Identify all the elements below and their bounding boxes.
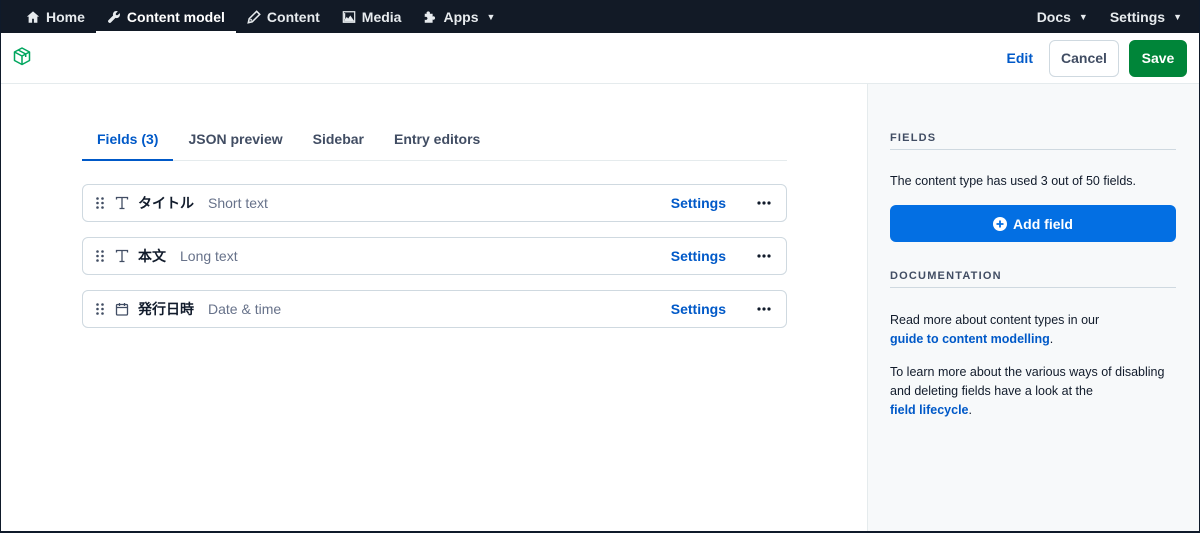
doc-text-2: To learn more about the various ways of … — [890, 365, 1165, 398]
chevron-down-icon: ▼ — [1173, 11, 1182, 22]
nav-apps-label: Apps — [443, 8, 479, 25]
more-icon[interactable] — [756, 301, 772, 317]
tab-bar: Fields (3) JSON preview Sidebar Entry ed… — [82, 121, 787, 161]
nav-content-model[interactable]: Content model — [95, 0, 236, 33]
tab-fields[interactable]: Fields (3) — [82, 121, 174, 161]
chevron-down-icon: ▼ — [486, 11, 496, 22]
field-settings-button[interactable]: Settings — [671, 195, 726, 211]
nav-media[interactable]: Media — [331, 0, 413, 33]
more-icon[interactable] — [756, 248, 772, 264]
drag-handle-icon[interactable] — [93, 249, 107, 263]
box-icon — [12, 46, 32, 71]
field-name: タイトル — [138, 195, 194, 211]
nav-apps[interactable]: Apps ▼ — [412, 0, 506, 33]
app-window: Home Content model Content Media Apps ▼ — [1, 0, 1199, 531]
field-list: タイトル Short text Settings 本文 Long text Se… — [82, 184, 787, 328]
nav-docs-label: Docs — [1036, 8, 1071, 25]
drag-handle-icon[interactable] — [93, 196, 107, 210]
nav-content[interactable]: Content — [236, 0, 331, 33]
tab-entry-editors[interactable]: Entry editors — [379, 121, 495, 160]
more-icon[interactable] — [756, 195, 772, 211]
field-row[interactable]: タイトル Short text Settings — [82, 184, 787, 222]
home-icon — [26, 10, 40, 23]
field-name: 発行日時 — [138, 301, 194, 317]
puzzle-icon — [425, 10, 436, 23]
nav-content-label: Content — [266, 8, 320, 25]
nav-media-label: Media — [361, 8, 402, 25]
fields-usage-text: The content type has used 3 out of 50 fi… — [890, 174, 1136, 188]
nav-home[interactable]: Home — [15, 0, 96, 33]
documentation-heading: DOCUMENTATION — [890, 270, 1176, 288]
field-row[interactable]: 本文 Long text Settings — [82, 237, 787, 275]
field-row[interactable]: 発行日時 Date & time Settings — [82, 290, 787, 328]
save-button[interactable]: Save — [1129, 39, 1187, 77]
fields-heading: FIELDS — [890, 132, 1176, 150]
calendar-icon — [114, 301, 130, 317]
sidebar: FIELDS The content type has used 3 out o… — [867, 84, 1199, 531]
nav-left: Home Content model Content Media Apps ▼ — [15, 0, 506, 33]
tab-sidebar[interactable]: Sidebar — [298, 121, 379, 160]
wrench-icon — [107, 10, 120, 23]
nav-content-model-label: Content model — [126, 8, 225, 25]
doc-text-1: Read more about content types in our — [890, 313, 1100, 327]
main-panel: Fields (3) JSON preview Sidebar Entry ed… — [1, 84, 867, 531]
nav-docs[interactable]: Docs ▼ — [1026, 0, 1099, 33]
field-lifecycle-link[interactable]: field lifecycle — [890, 403, 969, 417]
plus-circle-icon — [993, 216, 1008, 231]
add-field-button[interactable]: Add field — [890, 205, 1176, 242]
drag-handle-icon[interactable] — [93, 302, 107, 316]
top-navigation: Home Content model Content Media Apps ▼ — [1, 0, 1199, 33]
period: . — [1049, 332, 1054, 346]
chevron-down-icon: ▼ — [1078, 11, 1088, 22]
doc-paragraph-1: Read more about content types in our gui… — [890, 311, 1176, 349]
period: . — [968, 403, 972, 417]
field-type: Long text — [180, 248, 238, 264]
pen-icon — [247, 9, 261, 24]
field-settings-button[interactable]: Settings — [671, 301, 726, 317]
nav-settings-label: Settings — [1109, 8, 1166, 25]
edit-button[interactable]: Edit — [1001, 50, 1039, 66]
field-type: Date & time — [208, 301, 282, 317]
nav-home-label: Home — [46, 8, 85, 25]
text-icon — [114, 248, 130, 264]
tab-json-preview[interactable]: JSON preview — [173, 121, 297, 160]
field-type: Short text — [208, 195, 268, 211]
guide-link[interactable]: guide to content modelling — [890, 332, 1050, 346]
doc-paragraph-2: To learn more about the various ways of … — [890, 363, 1176, 420]
toolbar: Edit Cancel Save — [1, 33, 1199, 84]
text-icon — [114, 195, 130, 211]
field-settings-button[interactable]: Settings — [671, 248, 726, 264]
nav-right: Docs ▼ Settings ▼ — [1026, 0, 1193, 33]
image-icon — [342, 10, 356, 23]
cancel-button[interactable]: Cancel — [1049, 39, 1119, 77]
toolbar-actions: Edit Cancel Save — [1001, 39, 1187, 77]
content-area: Fields (3) JSON preview Sidebar Entry ed… — [1, 84, 1199, 531]
field-name: 本文 — [138, 248, 166, 264]
add-field-label: Add field — [1013, 215, 1073, 232]
nav-settings[interactable]: Settings ▼ — [1099, 0, 1193, 33]
